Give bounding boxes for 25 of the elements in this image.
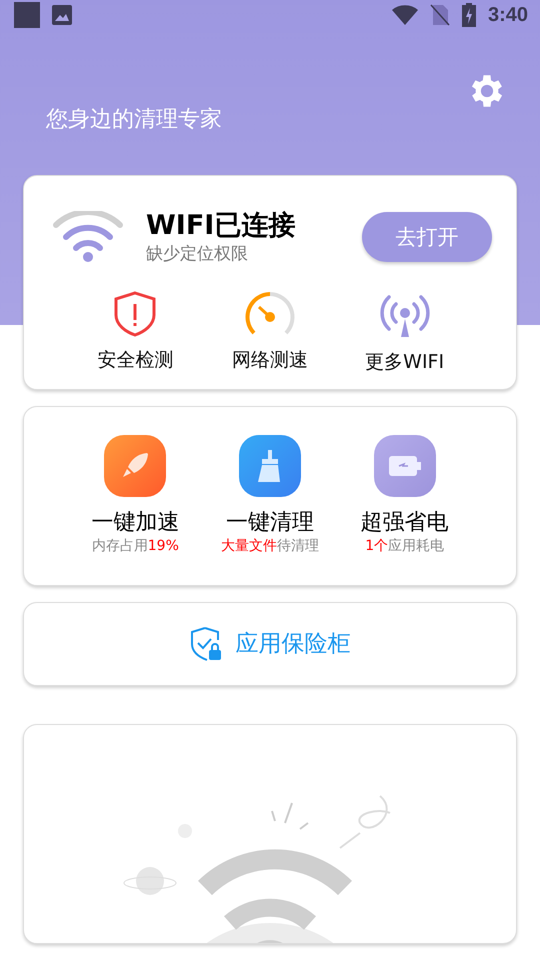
shield-lock-icon [190, 626, 222, 662]
vault-label: 应用保险柜 [236, 630, 350, 660]
shield-icon [113, 290, 158, 337]
status-time: 3:40 [488, 4, 528, 27]
image-icon [52, 5, 72, 26]
wifi-icon [52, 211, 124, 264]
action-title[interactable]: 一键清理 [226, 506, 314, 537]
action-subtitle: 大量文件待清理 [221, 536, 319, 555]
speedometer-icon [244, 290, 296, 337]
action-subtitle: 1个应用耗电 [365, 536, 444, 555]
action-subtitle: 内存占用19% [92, 536, 179, 555]
action-title[interactable]: 超强省电 [360, 506, 449, 537]
no-sim-icon [430, 4, 450, 26]
battery-charging-icon [462, 3, 476, 28]
wifi-status-subtitle: 缺少定位权限 [146, 242, 249, 265]
tool-label[interactable]: 网络测速 [232, 346, 308, 373]
wifi-signal-icon [392, 5, 418, 26]
app-icon [14, 2, 40, 28]
tool-label[interactable]: 更多WIFI [365, 348, 444, 375]
wifi-status-title: WIFI已连接 [146, 210, 296, 242]
tool-label[interactable]: 安全检测 [97, 346, 174, 373]
action-title[interactable]: 一键加速 [91, 506, 180, 537]
battery-icon[interactable] [374, 434, 436, 497]
broom-icon[interactable] [239, 434, 301, 497]
header-title: 您身边的清理专家 [46, 106, 222, 134]
